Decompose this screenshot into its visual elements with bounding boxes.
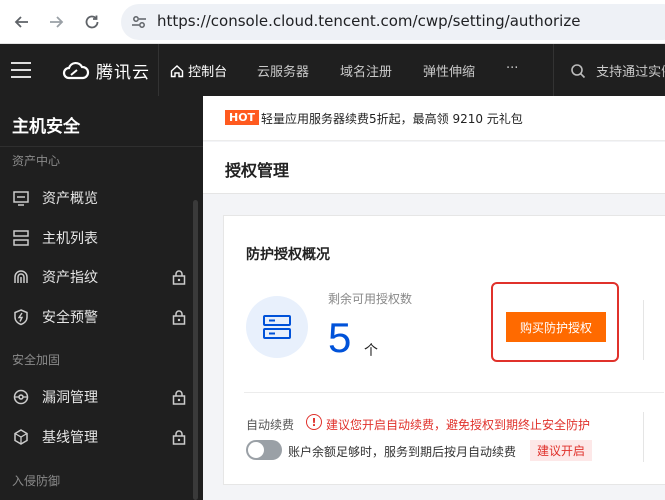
- forward-button[interactable]: [42, 8, 70, 36]
- buy-protection-button[interactable]: 购买防护授权: [506, 312, 606, 342]
- sidebar: 主机安全 资产中心 资产概览 主机列表 资产指纹 安全预警 安全加固 漏洞管理: [0, 96, 203, 500]
- shield-icon: [12, 308, 30, 326]
- arrow-left-icon: [14, 16, 28, 28]
- home-icon: [170, 65, 184, 78]
- bug-icon: [12, 388, 30, 406]
- main-content: HOT 轻量应用服务器续费5折起，最高领 9210 元礼包 授权管理 防护授权概…: [203, 96, 665, 500]
- auto-renew-description: 账户余额足够时，服务到期后按月自动续费: [288, 445, 517, 459]
- server-icon-circle: [246, 296, 308, 358]
- vertical-divider: [643, 412, 644, 462]
- sidebar-section-intrusion: 入侵防御: [12, 474, 61, 488]
- nav-item-console[interactable]: 控制台: [170, 61, 227, 80]
- nav-item-domain[interactable]: 域名注册: [340, 61, 392, 80]
- search-icon: [571, 64, 586, 79]
- reload-icon: [85, 15, 99, 29]
- remaining-unit: 个: [364, 343, 378, 359]
- fingerprint-icon: [12, 268, 30, 286]
- logo-text: 腾讯云: [96, 63, 150, 83]
- auto-renew-warning: 建议您开启自动续费，避免授权到期终止安全防护: [326, 418, 591, 432]
- card-divider: [244, 392, 664, 393]
- sidebar-item-asset-overview[interactable]: 资产概览: [0, 180, 195, 216]
- nav-item-more[interactable]: ···: [506, 61, 518, 76]
- vertical-divider: [643, 300, 644, 360]
- cube-icon: [12, 428, 30, 446]
- monitor-icon: [12, 189, 30, 207]
- lock-icon: [172, 390, 186, 405]
- auto-renew-toggle[interactable]: [246, 440, 282, 460]
- site-settings-icon: [132, 16, 146, 28]
- hot-badge: HOT: [225, 110, 260, 125]
- page-header: 授权管理: [203, 142, 665, 194]
- sidebar-item-asset-fingerprint[interactable]: 资产指纹: [0, 259, 195, 295]
- sidebar-item-label: 资产指纹: [42, 270, 98, 286]
- sidebar-item-label: 资产概览: [42, 191, 98, 207]
- nav-item-autoscaling[interactable]: 弹性伸缩: [423, 61, 475, 80]
- sidebar-item-label: 基线管理: [42, 430, 98, 446]
- warning-icon: !: [306, 414, 322, 430]
- nav-item-cvm[interactable]: 云服务器: [257, 61, 309, 80]
- sidebar-item-security-alert[interactable]: 安全预警: [0, 299, 195, 335]
- sidebar-item-label: 漏洞管理: [42, 390, 98, 406]
- remaining-count: 5: [328, 314, 352, 361]
- address-bar[interactable]: https://console.cloud.tencent.com/cwp/se…: [121, 4, 665, 40]
- server-icon: [263, 315, 291, 339]
- promo-banner[interactable]: HOT 轻量应用服务器续费5折起，最高领 9210 元礼包: [203, 96, 665, 141]
- back-button[interactable]: [8, 8, 36, 36]
- page-title: 授权管理: [225, 161, 290, 180]
- protection-overview-card: 防护授权概况 剩余可用授权数 5 个 购买防护授权 自动续费 ! 建议您开启自动…: [223, 215, 665, 485]
- sidebar-divider: [0, 146, 203, 147]
- auto-renew-label: 自动续费: [246, 418, 295, 432]
- nav-separator: [553, 44, 554, 96]
- search-box[interactable]: 支持通过实例: [570, 61, 665, 80]
- url-text: https://console.cloud.tencent.com/cwp/se…: [157, 12, 581, 30]
- nav-separator: [158, 44, 159, 96]
- sidebar-title: 主机安全: [12, 117, 80, 137]
- card-title: 防护授权概况: [246, 247, 330, 263]
- remaining-label: 剩余可用授权数: [328, 292, 413, 306]
- sidebar-scrollbar[interactable]: [193, 200, 198, 500]
- hamburger-icon: [11, 62, 31, 78]
- sidebar-item-host-list[interactable]: 主机列表: [0, 220, 195, 256]
- sidebar-item-label: 主机列表: [42, 231, 98, 247]
- cloud-logo-icon: [62, 61, 90, 79]
- sidebar-item-label: 安全预警: [42, 310, 98, 326]
- tencent-cloud-logo[interactable]: 腾讯云: [62, 58, 150, 83]
- lock-icon: [172, 430, 186, 445]
- search-placeholder: 支持通过实例: [596, 65, 665, 80]
- arrow-right-icon: [50, 16, 64, 28]
- toggle-knob: [248, 442, 264, 458]
- reload-button[interactable]: [78, 8, 106, 36]
- suggest-enable-tag: 建议开启: [530, 440, 593, 461]
- browser-bar: https://console.cloud.tencent.com/cwp/se…: [0, 0, 665, 44]
- lock-icon: [172, 310, 186, 325]
- list-icon: [12, 229, 30, 247]
- top-navigation: 腾讯云 控制台 云服务器 域名注册 弹性伸缩 ··· 支持通过实例: [0, 44, 665, 96]
- lock-icon: [172, 270, 186, 285]
- promo-text: 轻量应用服务器续费5折起，最高领 9210 元礼包: [261, 112, 523, 126]
- sidebar-section-assets: 资产中心: [12, 154, 61, 168]
- sidebar-section-hardening: 安全加固: [12, 353, 61, 367]
- sidebar-item-vuln-management[interactable]: 漏洞管理: [0, 379, 195, 415]
- nav-item-label: 控制台: [188, 65, 228, 80]
- menu-button[interactable]: [10, 60, 32, 80]
- sidebar-item-baseline-management[interactable]: 基线管理: [0, 419, 195, 455]
